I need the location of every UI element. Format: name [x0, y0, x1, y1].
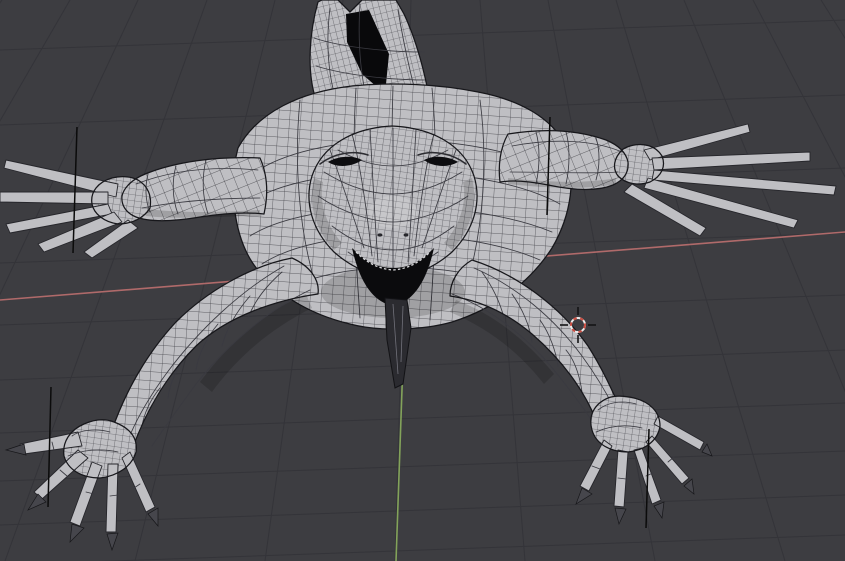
left-nostril [377, 233, 383, 237]
right-nostril [403, 233, 409, 237]
viewport-canvas[interactable] [0, 0, 845, 561]
3d-viewport[interactable] [0, 0, 845, 561]
